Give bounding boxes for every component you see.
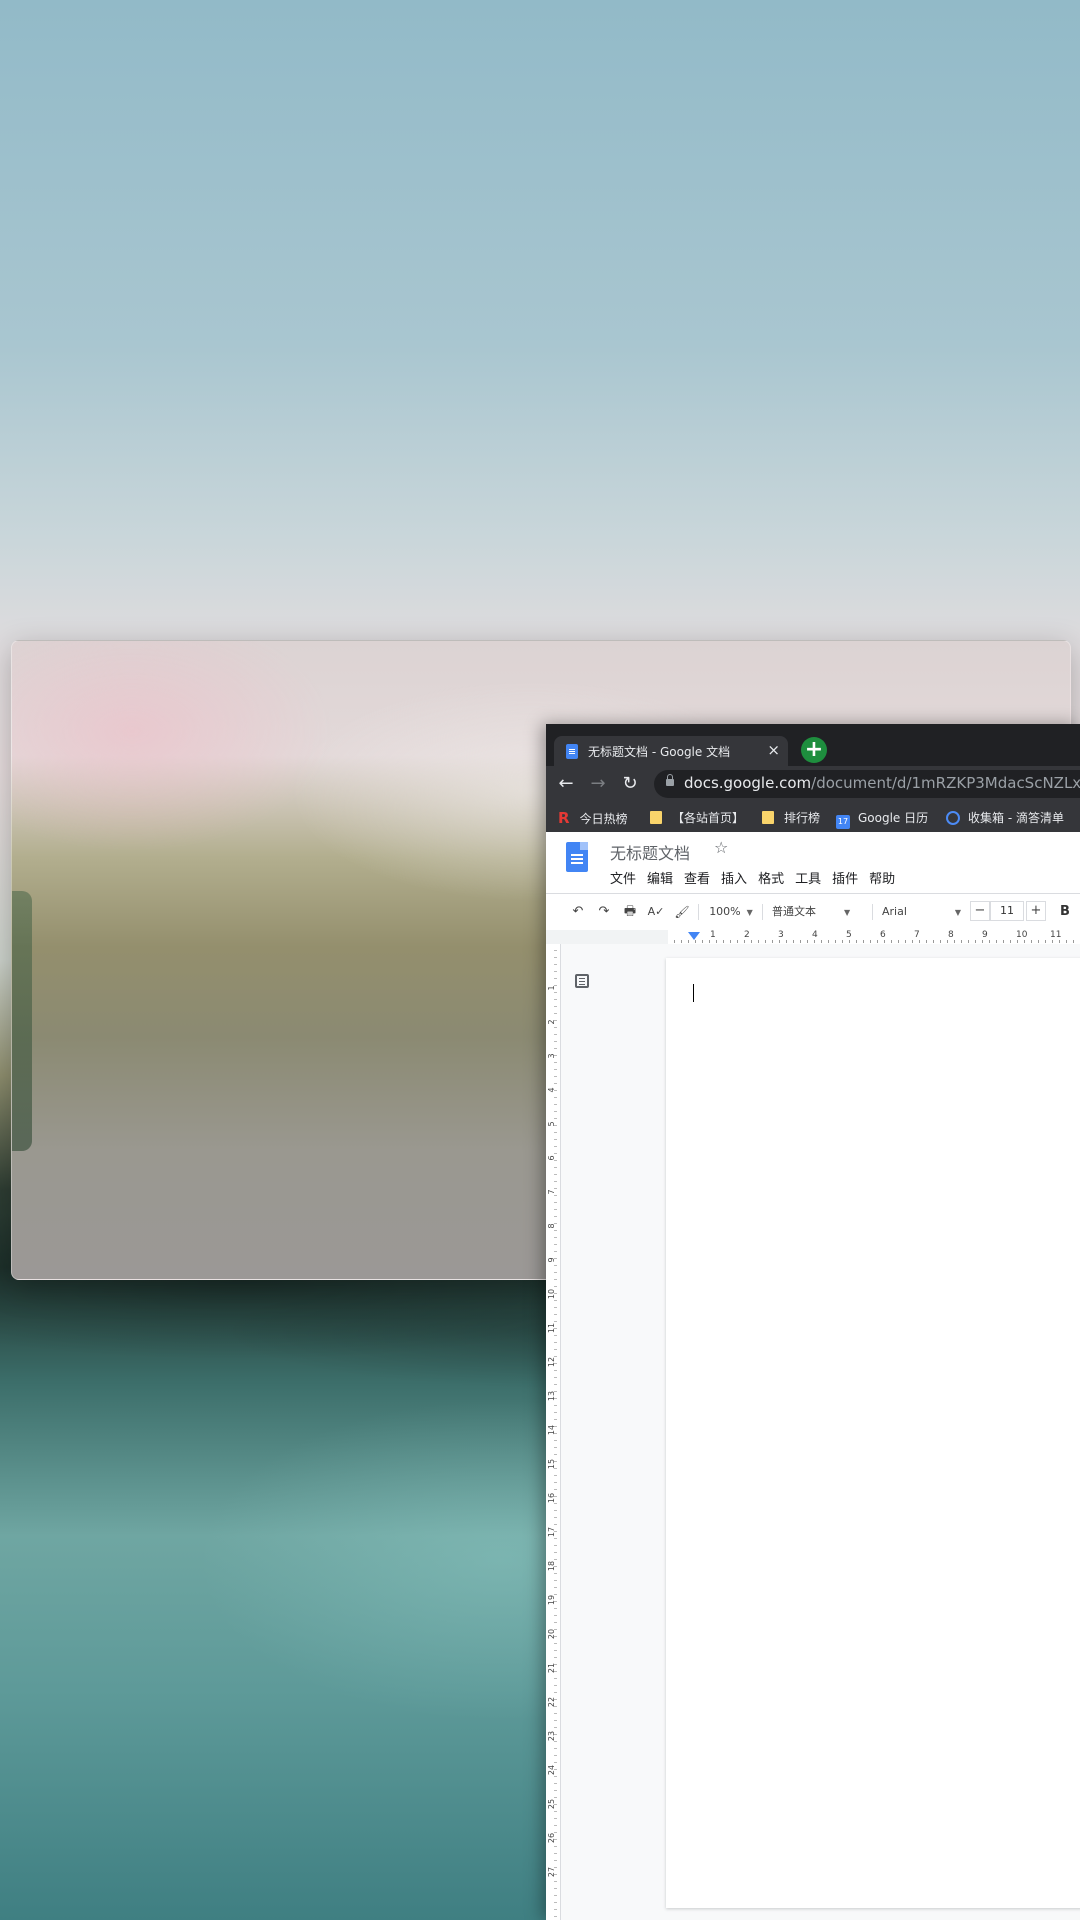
chevron-down-icon: ▼: [844, 908, 851, 917]
document-page[interactable]: [666, 958, 1080, 1908]
indent-marker-icon[interactable]: [688, 932, 700, 940]
chevron-down-icon: ▼: [954, 908, 962, 917]
font-select[interactable]: Arial ▼: [882, 902, 972, 922]
undo-icon[interactable]: ↶: [568, 902, 588, 922]
horizontal-ruler-numbers: 1 2 3 4 5 6 7 8 9 10 11: [710, 930, 1062, 940]
checkmark-icon: [946, 811, 960, 825]
url-text[interactable]: docs.google.com/document/d/1mRZKP3MdacSc…: [684, 774, 1080, 792]
spellcheck-icon[interactable]: A✓: [646, 902, 666, 922]
tab-docs[interactable]: 无标题文档 - Google 文档 ×: [554, 736, 788, 766]
google-docs-app: 无标题文档 ☆ 文件 编辑 查看 插入 格式 工具 插件 帮助 ↶ ↷ 🖶 A✓ 🖌 100%…: [546, 832, 1080, 1920]
horizontal-ruler-row: 1 2 3 4 5 6 7 8 9 10 11: [546, 930, 1080, 945]
paint-format-icon[interactable]: 🖌: [672, 902, 692, 922]
menu-edit[interactable]: 编辑: [647, 868, 673, 887]
chevron-down-icon: ▼: [746, 908, 753, 917]
docs-toolbar: ↶ ↷ 🖶 A✓ 🖌 100% ▼ 普通文本 ▼ Arial ▼ − 11 + B: [546, 893, 1080, 931]
document-canvas: 1 2 3 4 5 6 7 8 9 10 11 12 13 14 15 16 17 18 19 20 21 22 23 24 2…: [546, 944, 1080, 1920]
bookmark-paihangbang[interactable]: 排行榜: [762, 809, 820, 827]
folder-icon: [762, 811, 774, 824]
menu-help[interactable]: 帮助: [869, 868, 895, 887]
vertical-ruler-numbers: 1 2 3 4 5 6 7 8 9 10 11 12 13 14 15 16 17 18 19 20 21 22 23 24 2…: [547, 985, 556, 1878]
docs-logo-icon[interactable]: [566, 842, 588, 872]
font-size-input[interactable]: 11: [990, 901, 1024, 921]
menu-tools[interactable]: 工具: [795, 868, 821, 887]
menu-format[interactable]: 格式: [758, 868, 784, 887]
star-icon[interactable]: ☆: [714, 838, 728, 857]
browser-window: 无标题文档 - Google 文档 × + ← → ↻ docs.google.…: [546, 724, 1080, 1920]
paragraph-style-select[interactable]: 普通文本 ▼: [772, 902, 866, 922]
menu-bar: 文件 编辑 查看 插入 格式 工具 插件 帮助: [610, 868, 906, 887]
menu-insert[interactable]: 插入: [721, 868, 747, 887]
bookmark-jinri-rebang[interactable]: R 今日热榜: [558, 809, 628, 827]
navigation-bar: ← → ↻ docs.google.com/document/d/1mRZKP3…: [546, 766, 1080, 802]
tab-close-icon[interactable]: ×: [767, 741, 780, 759]
document-title[interactable]: 无标题文档: [610, 840, 690, 864]
bookmark-dida-qingdan[interactable]: 收集箱 - 滴答清单: [946, 809, 1064, 827]
zoom-select[interactable]: 100% ▼: [706, 902, 756, 922]
print-icon[interactable]: 🖶: [620, 902, 640, 922]
forward-arrow-icon[interactable]: →: [586, 772, 610, 796]
bookmark-google-calendar[interactable]: 17 Google 日历: [836, 809, 928, 829]
menu-view[interactable]: 查看: [684, 868, 710, 887]
font-size-increase-button[interactable]: +: [1026, 901, 1046, 921]
calendar-icon: 17: [836, 815, 850, 829]
tab-title: 无标题文档 - Google 文档: [588, 745, 731, 759]
reload-icon[interactable]: ↻: [618, 772, 642, 796]
document-outline-icon[interactable]: [575, 974, 589, 988]
r-logo-icon: R: [558, 809, 570, 827]
font-size-decrease-button[interactable]: −: [970, 901, 990, 921]
toolbar-divider: [698, 904, 699, 920]
bookmarks-bar: R 今日热榜 【各站首页】 排行榜 17 Google 日历 收集箱 - 滴答清单: [546, 802, 1080, 832]
tab-strip: 无标题文档 - Google 文档 × +: [546, 724, 1080, 766]
menu-file[interactable]: 文件: [610, 868, 636, 887]
bookmark-gezhan-shouye[interactable]: 【各站首页】: [650, 809, 744, 827]
bold-button[interactable]: B: [1056, 902, 1074, 922]
lock-icon[interactable]: [666, 774, 674, 786]
folder-icon: [650, 811, 662, 824]
toolbar-divider: [762, 904, 763, 920]
toolbar-divider: [872, 904, 873, 920]
text-cursor: [693, 984, 694, 1002]
back-arrow-icon[interactable]: ←: [554, 772, 578, 796]
new-tab-button[interactable]: +: [801, 737, 827, 763]
google-docs-favicon-icon: [566, 744, 578, 759]
vertical-ruler[interactable]: 1 2 3 4 5 6 7 8 9 10 11 12 13 14 15 16 17 18 19 20 21 22 23 24 2…: [546, 944, 561, 1920]
redo-icon[interactable]: ↷: [594, 902, 614, 922]
menu-addons[interactable]: 插件: [832, 868, 858, 887]
address-bar[interactable]: docs.google.com/document/d/1mRZKP3MdacSc…: [654, 770, 1080, 798]
